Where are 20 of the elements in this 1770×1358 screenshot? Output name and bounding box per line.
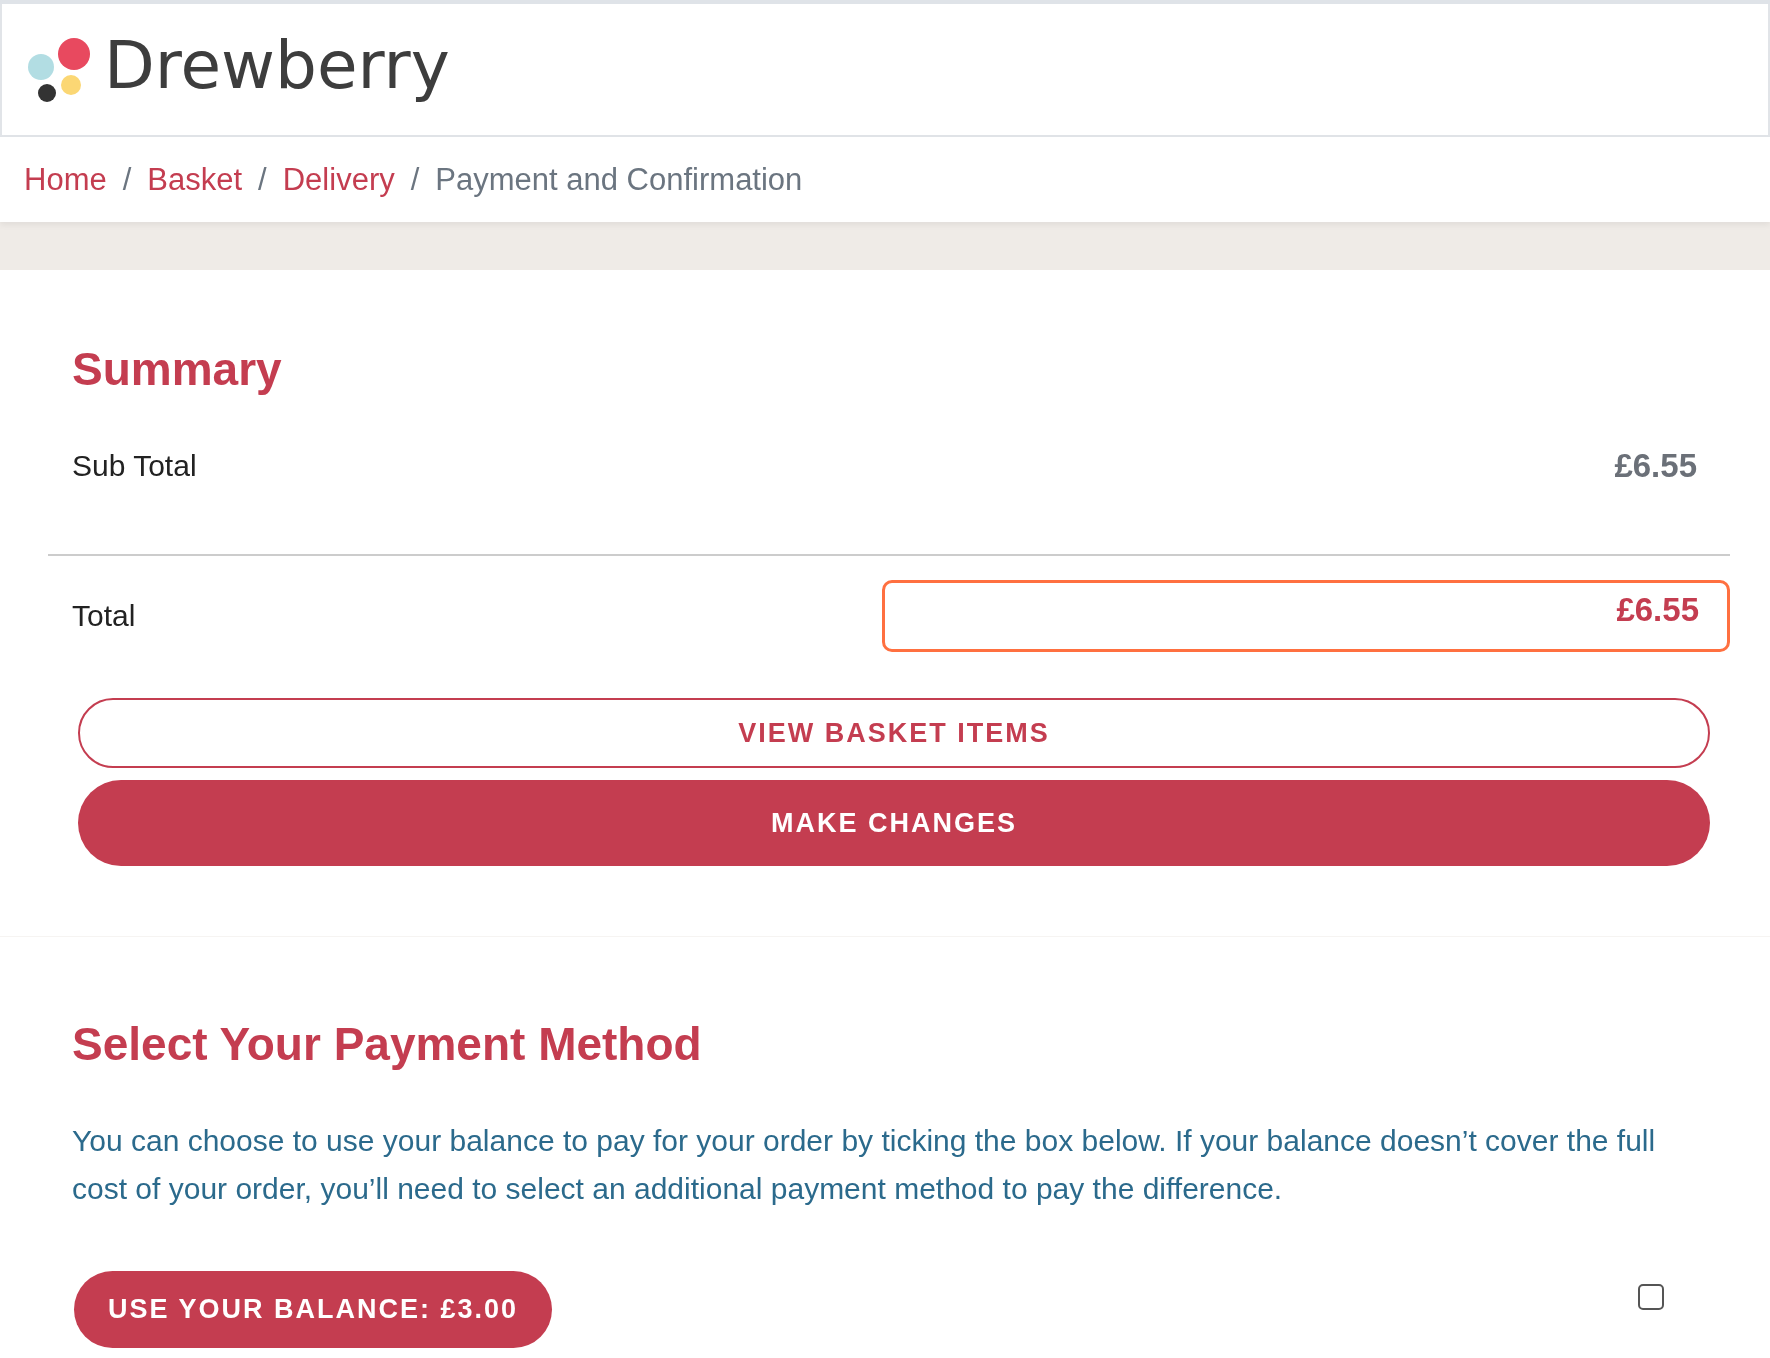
breadcrumb-current: Payment and Confirmation [435,161,803,198]
logo-text[interactable]: Drewberry [104,27,450,104]
make-changes-button[interactable]: MAKE CHANGES [78,780,1710,866]
balance-checkbox[interactable] [1638,1283,1664,1310]
breadcrumb-separator: / [258,161,267,198]
view-basket-button[interactable]: VIEW BASKET ITEMS [78,698,1710,768]
sub-total-value: £6.55 [1614,447,1697,485]
summary-heading: Summary [72,342,283,396]
use-balance-button[interactable]: USE YOUR BALANCE: £3.00 [74,1271,553,1348]
total-label: Total [72,599,136,633]
breadcrumb-link[interactable]: Delivery [282,161,395,198]
payment-description: You can choose to use your balance to pay for your order by ticking the box below. If your balance doesn’t cover the full cost of your order, you’ll need to select an additional payment method to pay the difference. [72,1123,1657,1207]
breadcrumb-separator: / [410,161,420,198]
breadcrumb-link[interactable]: Home [24,161,107,198]
logo-icon [28,36,90,103]
payment-heading: Select Your Payment Method [72,1017,703,1071]
total-value: £6.55 [1616,591,1699,629]
breadcrumb-link[interactable]: Basket [147,161,243,198]
breadcrumb-separator: / [122,161,132,198]
sub-total-label: Sub Total [72,449,197,483]
